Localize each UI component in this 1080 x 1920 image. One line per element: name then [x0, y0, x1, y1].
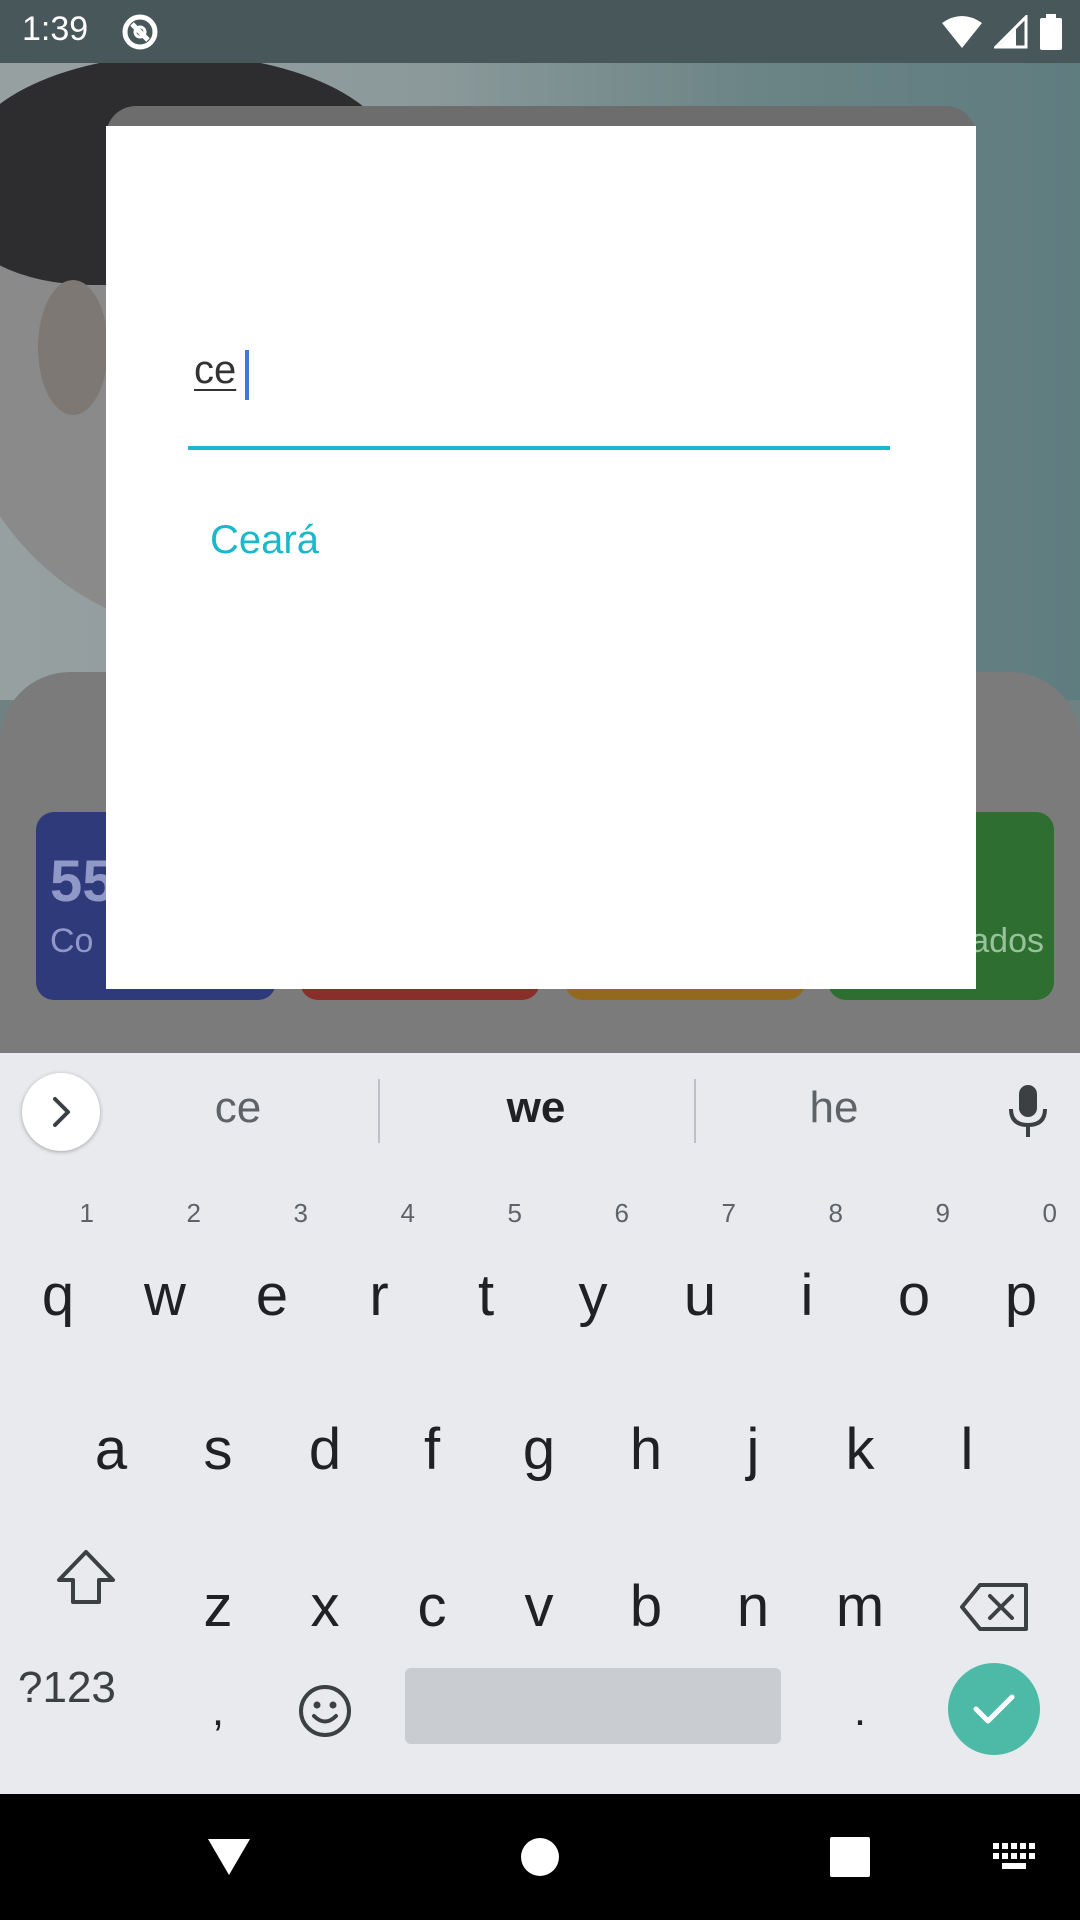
keyboard-suggestion[interactable]: ce: [118, 1083, 358, 1133]
key-hint: 3: [293, 1198, 308, 1228]
suggestion-divider: [694, 1079, 696, 1143]
key-h[interactable]: h: [596, 1390, 696, 1510]
microphone-icon[interactable]: [1004, 1083, 1052, 1139]
key-s[interactable]: s: [168, 1390, 268, 1510]
suggestion-item[interactable]: Ceará: [210, 518, 319, 563]
backspace-icon: [960, 1583, 1028, 1631]
backspace-key[interactable]: [944, 1547, 1044, 1667]
key-d[interactable]: d: [275, 1390, 375, 1510]
suggestion-divider: [378, 1079, 380, 1143]
search-dialog: ce Ceará: [106, 126, 976, 989]
keyboard-switch-icon: [993, 1843, 1035, 1869]
symbols-key[interactable]: ?123: [18, 1663, 116, 1713]
key-k[interactable]: k: [810, 1390, 910, 1510]
stats-card-label: Co: [50, 922, 94, 960]
sync-icon: [122, 14, 158, 50]
shift-icon: [57, 1550, 115, 1604]
recents-icon: [830, 1837, 870, 1877]
keyboard-switch-button[interactable]: [982, 1824, 1048, 1890]
stats-card-label: ados: [970, 922, 1044, 960]
key-j[interactable]: j: [703, 1390, 803, 1510]
key-x[interactable]: x: [275, 1547, 375, 1667]
navigation-bar: [0, 1794, 1080, 1920]
wifi-icon: [942, 16, 982, 48]
key-label: t: [477, 1263, 495, 1328]
back-button[interactable]: [196, 1824, 262, 1890]
back-icon: [208, 1839, 250, 1875]
keyboard-suggestion[interactable]: we: [416, 1083, 656, 1133]
soft-keyboard: ce we he q1 w2 e3 r4 t5 y6 u7 i8 o9 p0 a…: [0, 1053, 1080, 1794]
key-hint: 8: [828, 1198, 843, 1228]
key-b[interactable]: b: [596, 1547, 696, 1667]
period-key[interactable]: .: [810, 1663, 910, 1759]
key-label: i: [800, 1263, 814, 1328]
chevron-right-icon: [53, 1097, 70, 1127]
shift-key[interactable]: [36, 1517, 136, 1637]
key-label: y: [578, 1263, 608, 1328]
stats-card-value: 55: [50, 849, 115, 914]
key-hint: 0: [1042, 1198, 1057, 1228]
key-label: w: [144, 1263, 186, 1328]
key-o[interactable]: o9: [864, 1200, 964, 1356]
key-hint: 2: [186, 1198, 201, 1228]
cell-signal-icon: [994, 15, 1028, 49]
key-i[interactable]: i8: [757, 1200, 857, 1356]
battery-icon: [1040, 14, 1062, 50]
recents-button[interactable]: [817, 1824, 883, 1890]
key-n[interactable]: n: [703, 1547, 803, 1667]
key-hint: 7: [721, 1198, 736, 1228]
key-hint: 9: [935, 1198, 950, 1228]
search-input-value: ce: [194, 348, 237, 392]
key-e[interactable]: e3: [222, 1200, 322, 1356]
emoji-icon: [299, 1685, 351, 1737]
key-label: r: [369, 1263, 389, 1328]
key-label: u: [683, 1263, 717, 1328]
search-input-underline: [188, 446, 890, 450]
keyboard-suggestion[interactable]: he: [714, 1083, 954, 1133]
key-hint: 5: [507, 1198, 522, 1228]
status-bar: 1:39: [0, 0, 1080, 63]
key-f[interactable]: f: [382, 1390, 482, 1510]
search-input[interactable]: ce: [188, 348, 890, 418]
key-c[interactable]: c: [382, 1547, 482, 1667]
home-icon: [521, 1838, 559, 1876]
keyboard-expand-button[interactable]: [22, 1073, 100, 1151]
key-label: o: [897, 1263, 931, 1328]
space-key[interactable]: [405, 1668, 781, 1744]
home-button[interactable]: [507, 1824, 573, 1890]
key-r[interactable]: r4: [329, 1200, 429, 1356]
checkmark-icon: [973, 1694, 1015, 1724]
keyboard-suggestion-strip: ce we he: [0, 1053, 1080, 1169]
key-hint: 6: [614, 1198, 629, 1228]
comma-key[interactable]: ,: [168, 1663, 268, 1759]
key-label: e: [255, 1263, 289, 1328]
key-u[interactable]: u7: [650, 1200, 750, 1356]
text-cursor: [245, 350, 249, 400]
key-v[interactable]: v: [489, 1547, 589, 1667]
key-q[interactable]: q1: [8, 1200, 108, 1356]
key-a[interactable]: a: [61, 1390, 161, 1510]
status-time: 1:39: [22, 10, 89, 48]
enter-key[interactable]: [948, 1663, 1040, 1755]
key-hint: 4: [400, 1198, 415, 1228]
key-y[interactable]: y6: [543, 1200, 643, 1356]
key-hint: 1: [79, 1198, 94, 1228]
key-t[interactable]: t5: [436, 1200, 536, 1356]
key-z[interactable]: z: [168, 1547, 268, 1667]
key-w[interactable]: w2: [115, 1200, 215, 1356]
hero-person-ear: [38, 280, 108, 415]
key-label: q: [41, 1263, 75, 1328]
status-icons: [942, 12, 1062, 52]
key-g[interactable]: g: [489, 1390, 589, 1510]
key-p[interactable]: p0: [971, 1200, 1071, 1356]
key-m[interactable]: m: [810, 1547, 910, 1667]
key-l[interactable]: l: [917, 1390, 1017, 1510]
key-label: p: [1004, 1263, 1038, 1328]
emoji-key[interactable]: [275, 1663, 375, 1759]
